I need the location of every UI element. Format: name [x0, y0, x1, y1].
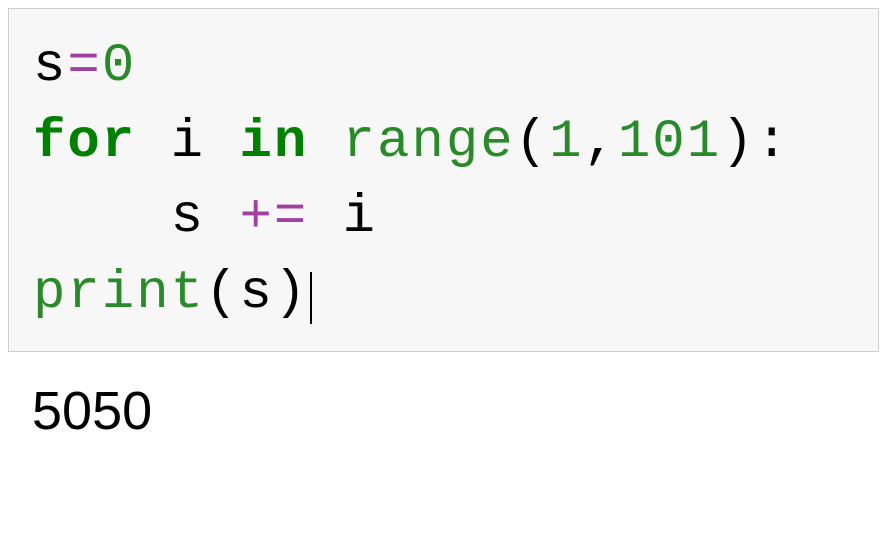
code-variable-s: s	[171, 187, 205, 248]
output-text: 5050	[32, 381, 152, 441]
code-colon: :	[756, 112, 790, 173]
code-keyword-in: in	[239, 112, 308, 173]
code-indent	[33, 180, 171, 256]
code-line-2: for i in range(1,101):	[33, 105, 854, 181]
code-variable-s: s	[239, 263, 273, 324]
code-comma: ,	[584, 112, 618, 173]
code-paren-open: (	[205, 263, 239, 324]
code-line-1: s=0	[33, 29, 854, 105]
code-builtin-print: print	[33, 263, 205, 324]
code-paren-close: )	[721, 112, 755, 173]
code-cell[interactable]: s=0 for i in range(1,101): s += i print(…	[8, 8, 879, 352]
code-paren-close: )	[274, 263, 308, 324]
code-number-0: 0	[102, 36, 136, 97]
code-line-3: s += i	[33, 180, 854, 256]
output-area: 5050	[8, 372, 879, 450]
code-variable-i: i	[171, 112, 205, 173]
code-keyword-for: for	[33, 112, 136, 173]
code-paren-open: (	[515, 112, 549, 173]
code-number-1: 1	[549, 112, 583, 173]
text-cursor	[310, 272, 312, 323]
code-variable-s: s	[33, 36, 67, 97]
code-line-4: print(s)	[33, 256, 854, 332]
code-operator-assign: =	[67, 36, 101, 97]
code-number-101: 101	[618, 112, 721, 173]
code-builtin-range: range	[343, 112, 515, 173]
code-variable-i: i	[343, 187, 377, 248]
code-operator-pluseq: +=	[239, 187, 308, 248]
